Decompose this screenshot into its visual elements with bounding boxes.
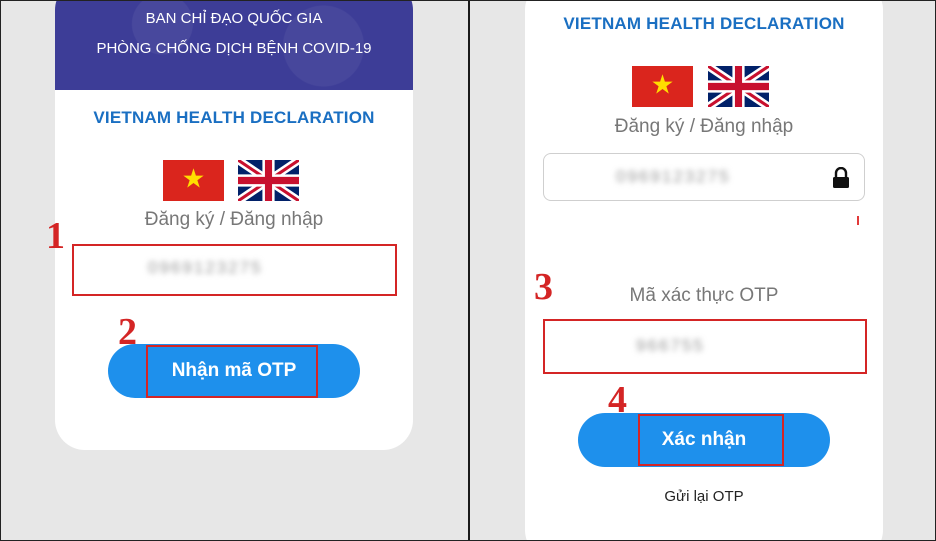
login-label: Đăng ký / Đăng nhập [144, 209, 324, 230]
step-4-highlight-box [638, 414, 784, 466]
app-title: VIETNAM HEALTH DECLARATION [93, 108, 375, 127]
uk-flag-icon[interactable] [708, 66, 769, 107]
phone-input[interactable]: 0969123275 [543, 153, 865, 201]
error-indicator [857, 216, 859, 225]
step-1-label: 1 [46, 215, 65, 257]
banner-line-2: PHÒNG CHỐNG DỊCH BỆNH COVID-19 [96, 40, 372, 57]
vietnam-flag-icon[interactable] [163, 160, 224, 201]
step-2-label: 2 [118, 311, 137, 353]
resend-otp-link[interactable]: Gửi lại OTP [525, 488, 883, 505]
step-2-highlight-box [146, 345, 318, 398]
app-title: VIETNAM HEALTH DECLARATION [563, 14, 845, 33]
step-4-label: 4 [608, 379, 627, 421]
uk-flag-icon[interactable] [238, 160, 299, 201]
step-3-highlight-box [543, 319, 867, 374]
phone-input-value: 0969123275 [616, 167, 731, 186]
left-screenshot-panel: BAN CHỈ ĐẠO QUỐC GIA PHÒNG CHỐNG DỊCH BỆ… [0, 0, 468, 541]
vietnam-flag-icon[interactable] [632, 66, 693, 107]
step-3-label: 3 [534, 266, 553, 308]
login-label: Đăng ký / Đăng nhập [614, 116, 794, 137]
step-1-highlight-box [72, 244, 397, 296]
right-screenshot-panel: VIETNAM HEALTH DECLARATION Đăng ký / Đăn… [470, 0, 936, 541]
banner-line-1: BAN CHỈ ĐẠO QUỐC GIA [145, 10, 323, 27]
lock-icon [832, 166, 850, 194]
otp-label: Mã xác thực OTP [629, 285, 779, 306]
header-banner: BAN CHỈ ĐẠO QUỐC GIA PHÒNG CHỐNG DỊCH BỆ… [55, 0, 413, 90]
